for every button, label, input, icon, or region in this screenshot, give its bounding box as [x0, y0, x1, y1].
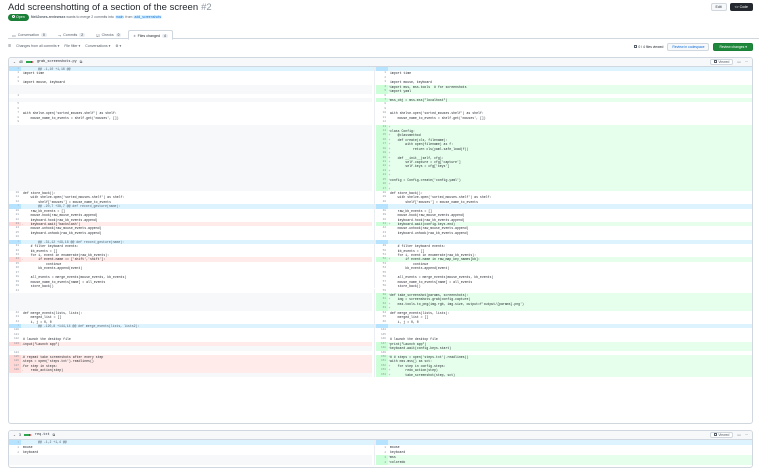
- old-line-number[interactable]: [9, 373, 21, 377]
- change-count: 40: [18, 60, 23, 64]
- pane-divider: [374, 460, 375, 465]
- file-header: ⌄ 40 grab_screenshots.py ⧉ Viewed ▭ ⋯: [9, 58, 752, 67]
- tab-label: Checks: [101, 33, 114, 37]
- file-path[interactable]: req.txt: [35, 433, 50, 437]
- tab-checks[interactable]: ☑ Checks 0: [92, 30, 125, 39]
- file-path[interactable]: grab_screenshots.py: [37, 60, 77, 64]
- pr-open-icon: [12, 15, 15, 19]
- pr-header: Add screenshotting of a section of the s…: [0, 0, 759, 27]
- tab-conversation[interactable]: ▭ Conversation 0: [8, 30, 51, 39]
- diff-row-added: 4 coloredo +: [9, 460, 752, 465]
- viewed-check-icon: [634, 45, 638, 49]
- comment-icon[interactable]: ▭: [737, 60, 740, 64]
- head-branch[interactable]: add_screenshots: [133, 15, 163, 19]
- new-line-number[interactable]: 154: [376, 372, 388, 378]
- status-badge: Open: [8, 14, 29, 21]
- code-button[interactable]: <> Code: [729, 3, 753, 11]
- pane-divider: [374, 372, 375, 378]
- status-label: Open: [16, 15, 25, 19]
- commit-icon: ⊸: [57, 32, 62, 38]
- review-changes-button[interactable]: Review changes ▾: [713, 43, 753, 51]
- collapse-chevron-icon[interactable]: ⌄: [13, 60, 16, 64]
- diff-row-added: 154 take_screenshot(step, sct) +: [9, 372, 752, 378]
- diffstat-bar: [23, 433, 32, 437]
- viewed-checkbox[interactable]: Viewed: [710, 432, 734, 438]
- kebab-menu-icon[interactable]: ⋯: [745, 60, 748, 64]
- files-viewed-progress: 0 / 4 files viewed: [634, 45, 663, 49]
- file-diff-icon: ±: [133, 33, 136, 38]
- tab-count: 2: [79, 33, 86, 37]
- comment-icon[interactable]: ▭: [737, 433, 740, 437]
- conversations-dropdown[interactable]: Conversations ▾: [85, 44, 110, 48]
- changes-from-dropdown[interactable]: Changes from all commits ▾: [16, 44, 59, 48]
- tab-count: 0: [40, 33, 47, 37]
- page-title: Add screenshotting of a section of the s…: [8, 2, 212, 13]
- diffstat-bar: [25, 60, 34, 64]
- pr-meta: NeilJones-reviewsxx wants to merge 2 com…: [31, 15, 163, 19]
- viewed-label: Viewed: [718, 433, 730, 437]
- kebab-menu-icon[interactable]: ⋯: [745, 433, 748, 437]
- new-code: take_screenshot(step, sct): [390, 372, 456, 377]
- file-tree-toggle-icon[interactable]: ☰: [8, 44, 11, 48]
- tab-label: Conversation: [17, 33, 39, 37]
- old-line-number[interactable]: [9, 460, 21, 465]
- plus-sign: +: [388, 372, 391, 377]
- diff-toolbar: ☰ Changes from all commits ▾ File filter…: [8, 42, 753, 54]
- author-link[interactable]: NeilJones-reviewsxx: [31, 15, 65, 19]
- collapse-chevron-icon[interactable]: ⌄: [13, 433, 16, 437]
- tab-label: Files changed: [137, 33, 161, 38]
- new-line-number[interactable]: 4: [376, 460, 388, 465]
- pr-number: #2: [201, 2, 212, 13]
- right-pane: [388, 460, 752, 465]
- tab-files-changed[interactable]: ± Files changed 4: [128, 30, 173, 40]
- plus-sign: +: [388, 460, 391, 464]
- base-branch[interactable]: main: [114, 15, 125, 19]
- file-header: ⌄ 3 req.txt ⧉ Viewed ▭ ⋯: [9, 431, 752, 440]
- diff-file-req-txt: ⌄ 3 req.txt ⧉ Viewed ▭ ⋯ ⇕ @@ -1,2 +1,4 @…: [8, 430, 753, 468]
- left-pane: [9, 372, 372, 378]
- meta-text: wants to merge 2 commits into: [65, 15, 115, 19]
- copy-path-icon[interactable]: ⧉: [53, 433, 56, 437]
- tab-count: 4: [162, 33, 168, 38]
- tab-commits[interactable]: ⊸ Commits 2: [54, 30, 89, 39]
- tab-label: Commits: [63, 33, 78, 37]
- files-viewed-label: 0 / 4 files viewed: [638, 45, 664, 49]
- change-count: 3: [18, 433, 21, 437]
- chat-icon: ▭: [12, 32, 16, 38]
- tab-count: 0: [115, 33, 122, 37]
- review-in-codespace-button[interactable]: Review in codespace: [667, 43, 710, 51]
- new-code: coloredo: [390, 460, 406, 464]
- copy-path-icon[interactable]: ⧉: [80, 60, 83, 64]
- diff-file-grab-screenshots: ⌄ 40 grab_screenshots.py ⧉ Viewed ▭ ⋯ ⇕ @…: [8, 57, 753, 424]
- viewed-label: Viewed: [718, 60, 730, 64]
- checks-icon: ☑: [96, 32, 100, 38]
- left-pane: [9, 460, 372, 465]
- pr-title: Add screenshotting of a section of the s…: [8, 2, 199, 13]
- checkbox-icon: [714, 60, 718, 64]
- diff-settings-dropdown[interactable]: ⚙ ▾: [115, 44, 121, 48]
- checkbox-icon: [714, 433, 718, 437]
- pr-tabs: ▭ Conversation 0 ⊸ Commits 2 ☑ Checks 0 ± Files…: [8, 30, 759, 40]
- edit-button[interactable]: Edit: [710, 3, 727, 11]
- viewed-checkbox[interactable]: Viewed: [710, 59, 734, 65]
- file-filter-dropdown[interactable]: File filter ▾: [64, 44, 80, 48]
